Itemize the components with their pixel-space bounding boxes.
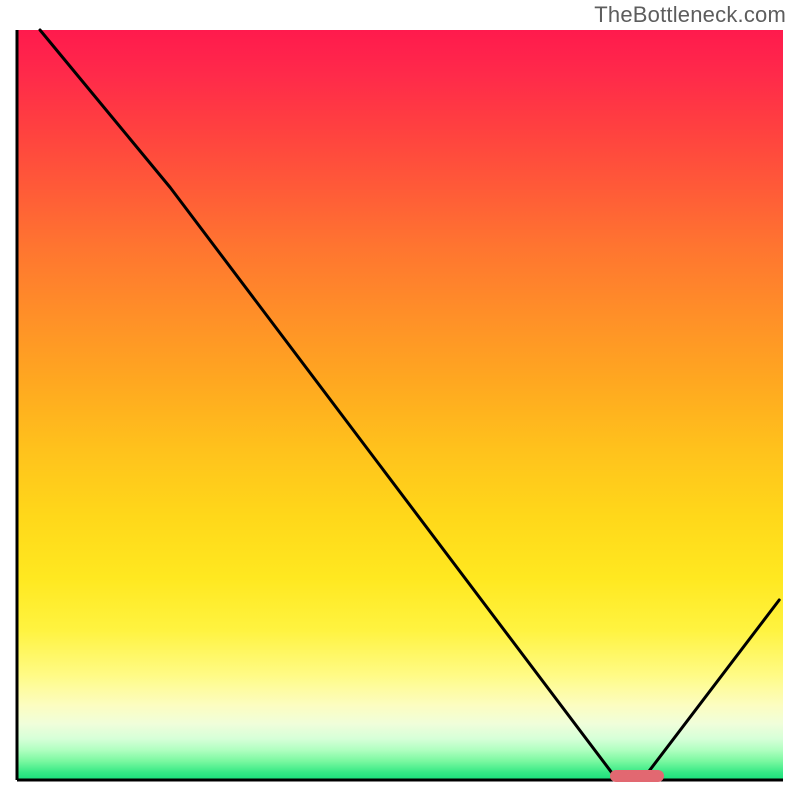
optimal-range-marker (610, 770, 664, 782)
watermark-text: TheBottleneck.com (594, 2, 786, 28)
bottleneck-curve (40, 30, 779, 776)
chart-plot-area (14, 28, 786, 784)
chart-line-series (14, 28, 786, 784)
